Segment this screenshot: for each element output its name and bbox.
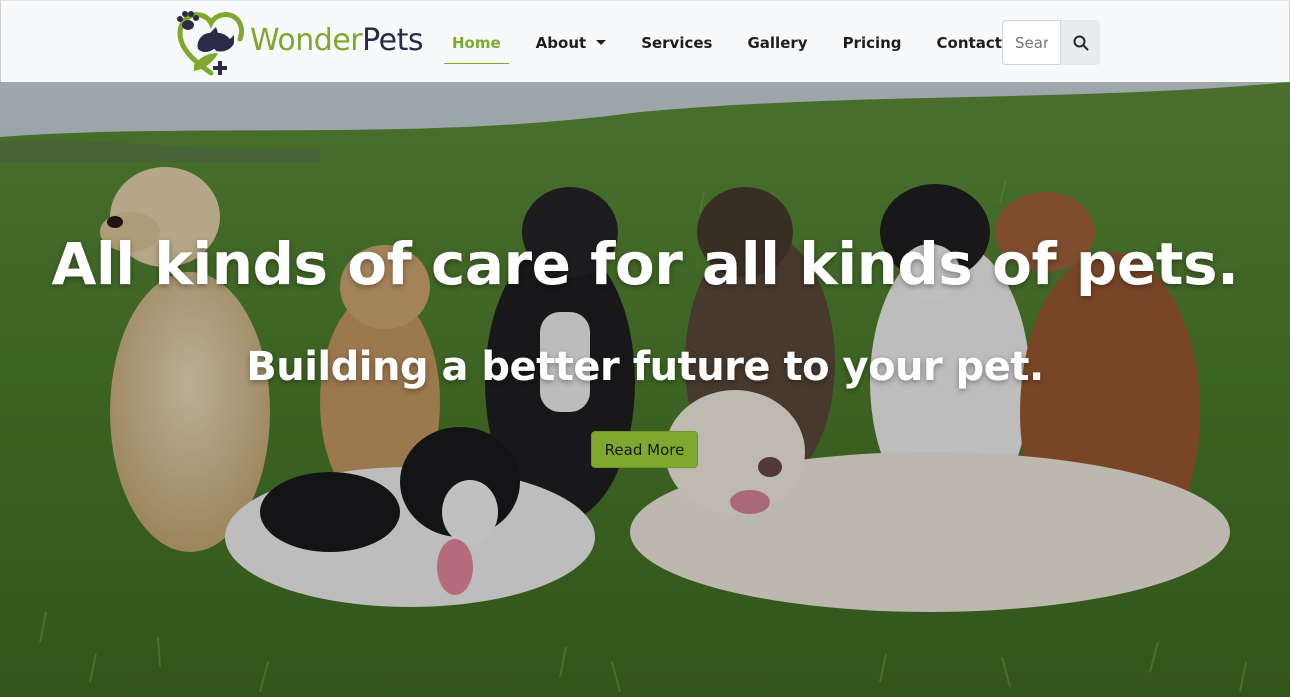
- search-button[interactable]: [1061, 20, 1100, 65]
- nav-link-home[interactable]: Home: [444, 22, 509, 64]
- nav-link-services-label: Services: [641, 34, 713, 52]
- brand-logo-link[interactable]: WonderPets: [174, 7, 423, 77]
- hero-title: All kinds of care for all kinds of pets.: [51, 230, 1239, 298]
- nav-link-pricing-label: Pricing: [842, 34, 902, 52]
- hero-banner: All kinds of care for all kinds of pets.…: [0, 82, 1290, 697]
- hero-subtitle: Building a better future to your pet.: [246, 344, 1044, 390]
- nav-link-pricing[interactable]: Pricing: [835, 22, 910, 64]
- nav-link-services[interactable]: Services: [633, 22, 720, 64]
- brand-name-pets: Pets: [362, 22, 423, 58]
- nav-link-gallery[interactable]: Gallery: [739, 22, 815, 64]
- nav-link-contact-label: Contact: [936, 34, 1002, 52]
- paw-heart-cross-icon: [177, 11, 245, 76]
- nav-link-contact[interactable]: Contact: [929, 22, 1010, 64]
- read-more-button[interactable]: Read More: [591, 431, 698, 468]
- search-icon: [1073, 35, 1088, 50]
- nav-link-home-label: Home: [452, 33, 501, 52]
- brand-name-wonder: Wonder: [250, 22, 363, 58]
- nav-link-about[interactable]: About: [528, 22, 615, 64]
- nav-link-about-label: About: [535, 34, 587, 52]
- nav-menu: Home About Services Gallery Pricing Cont…: [444, 22, 1029, 64]
- brand-name: WonderPets: [250, 23, 423, 58]
- caret-down-icon: [596, 39, 607, 45]
- navbar: WonderPets Home About Services Gallery P…: [0, 0, 1290, 82]
- search-input[interactable]: [1002, 20, 1061, 65]
- search-form: [1002, 20, 1100, 65]
- nav-link-gallery-label: Gallery: [747, 34, 808, 52]
